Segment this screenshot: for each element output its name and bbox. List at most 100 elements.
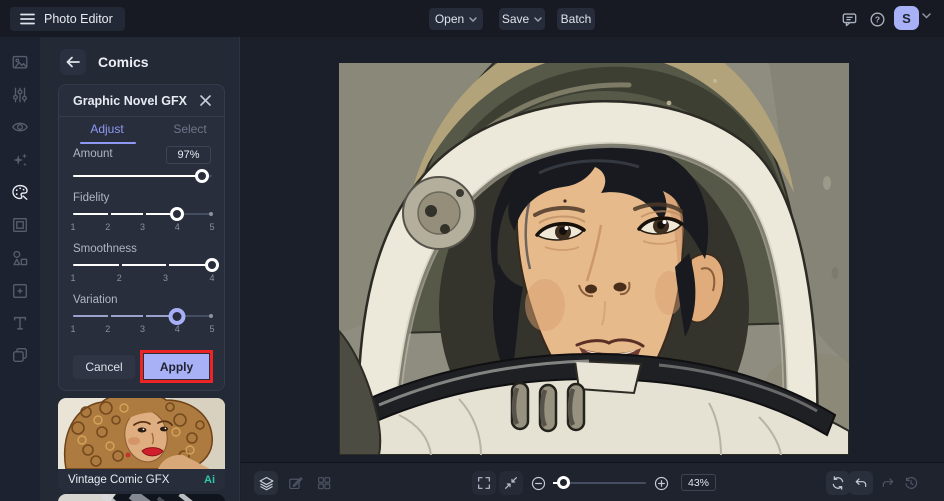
eye-icon <box>11 122 29 132</box>
app-title: Photo Editor <box>44 12 113 26</box>
layers-copy-icon <box>13 348 27 362</box>
fidelity-label: Fidelity <box>73 192 110 204</box>
preset-label-bar: Vintage Comic GFX Ai <box>58 469 225 491</box>
cancel-button[interactable]: Cancel <box>73 355 135 379</box>
arrow-left-icon <box>66 56 80 68</box>
back-button[interactable] <box>60 49 86 75</box>
image-icon <box>12 55 28 69</box>
open-label: Open <box>434 12 465 26</box>
open-button[interactable]: Open <box>429 8 483 30</box>
palette-icon <box>12 184 28 200</box>
sidebar-item-adjust[interactable] <box>11 86 29 104</box>
preset-thumbnail <box>58 398 225 469</box>
variation-label: Variation <box>73 294 118 306</box>
tab-select[interactable]: Select <box>155 122 225 144</box>
sidebar-item-touch-up[interactable] <box>11 118 29 136</box>
bottom-toolbar: 43% <box>241 462 944 501</box>
history-button[interactable] <box>899 471 923 495</box>
reset-button[interactable] <box>826 471 850 495</box>
redo-icon <box>882 478 894 487</box>
amount-slider-handle[interactable] <box>195 169 210 183</box>
apply-button[interactable]: Apply <box>144 354 209 379</box>
variation-ticks: 1 2 3 4 5 <box>70 324 215 334</box>
variation-slider-handle[interactable] <box>168 308 186 325</box>
sidebar-item-text[interactable] <box>11 314 29 332</box>
fit-screen-icon <box>505 477 517 489</box>
sidebar-item-layers[interactable] <box>11 346 29 364</box>
zoom-in-button[interactable] <box>649 471 673 495</box>
photo-editor-app: Photo Editor Open Save Batch ? S Comics … <box>0 0 944 501</box>
zoom-out-button[interactable] <box>526 471 550 495</box>
layers-button[interactable] <box>254 471 278 495</box>
chevron-down-icon <box>469 16 477 22</box>
sidebar-item-photo[interactable] <box>11 53 29 71</box>
active-tab-underline <box>80 142 136 144</box>
chevron-down-icon <box>534 16 542 22</box>
main-menu-button[interactable]: Photo Editor <box>10 7 125 31</box>
preset-next-thumbnail[interactable] <box>58 494 225 501</box>
zoom-slider-handle[interactable] <box>557 476 570 489</box>
zoom-out-icon <box>531 476 545 490</box>
history-icon <box>905 477 918 489</box>
undo-button[interactable] <box>849 471 873 495</box>
fidelity-slider-handle[interactable] <box>170 207 185 221</box>
text-icon <box>13 316 27 330</box>
fullscreen-icon <box>478 477 490 489</box>
save-button[interactable]: Save <box>499 8 545 30</box>
help-icon[interactable]: ? <box>866 8 888 30</box>
reset-icon <box>832 476 844 490</box>
zoom-percentage: 43% <box>681 474 716 491</box>
sidebar-item-graphics[interactable] <box>11 249 29 267</box>
fidelity-ticks: 1 2 3 4 5 <box>70 222 215 232</box>
layers-icon <box>259 476 273 490</box>
canvas-image[interactable] <box>339 63 849 455</box>
edit-canvas-icon <box>288 476 302 489</box>
sliders-icon <box>13 87 27 103</box>
edit-canvas-button[interactable] <box>283 471 307 495</box>
templates-grid-button[interactable] <box>312 471 336 495</box>
fit-screen-button[interactable] <box>499 471 523 495</box>
tab-adjust[interactable]: Adjust <box>72 122 142 144</box>
amount-label: Amount <box>73 148 113 160</box>
chat-icon[interactable] <box>838 8 860 30</box>
smoothness-label: Smoothness <box>73 243 137 255</box>
variation-slider[interactable] <box>73 308 213 325</box>
sparkles-icon <box>13 153 28 167</box>
frame-icon <box>13 218 27 232</box>
batch-button[interactable]: Batch <box>557 8 595 30</box>
fidelity-slider[interactable] <box>73 206 213 222</box>
zoom-in-icon <box>654 476 668 490</box>
ai-badge: Ai <box>204 474 215 486</box>
smoothness-slider-handle[interactable] <box>205 258 219 272</box>
overlay-icon <box>13 284 27 298</box>
panel-title: Comics <box>98 54 149 70</box>
redo-button[interactable] <box>876 471 900 495</box>
sidebar-item-overlays[interactable] <box>11 282 29 300</box>
sidebar-item-effects[interactable] <box>11 151 29 169</box>
preset-title: Vintage Comic GFX <box>68 474 170 486</box>
shapes-icon <box>13 250 28 266</box>
user-avatar[interactable]: S <box>894 6 919 30</box>
sidebar-item-artsy[interactable] <box>11 183 29 201</box>
preset-vintage-comic-gfx[interactable]: Vintage Comic GFX Ai <box>58 398 225 491</box>
fullscreen-button[interactable] <box>472 471 496 495</box>
hamburger-icon <box>20 13 35 25</box>
amount-value: 97% <box>166 146 211 164</box>
account-chevron-down-icon[interactable] <box>922 13 931 19</box>
top-bar: Photo Editor Open Save Batch ? S <box>0 0 944 37</box>
amount-slider[interactable] <box>73 168 212 184</box>
grid-icon <box>318 477 331 490</box>
tool-title: Graphic Novel GFX <box>73 94 187 108</box>
svg-text:?: ? <box>874 14 879 24</box>
batch-label: Batch <box>560 12 592 26</box>
smoothness-ticks: 1 2 3 4 <box>70 273 215 283</box>
apply-highlight-box: Apply <box>140 350 213 383</box>
smoothness-slider[interactable] <box>73 257 219 273</box>
comics-panel: Comics Graphic Novel GFX Adjust Select A… <box>40 37 240 501</box>
sidebar-item-frames[interactable] <box>11 216 29 234</box>
close-icon[interactable] <box>199 94 213 108</box>
undo-icon <box>855 478 867 487</box>
graphic-novel-gfx-card: Graphic Novel GFX Adjust Select Amount 9… <box>58 84 225 391</box>
canvas-area <box>241 37 944 462</box>
tool-sidebar <box>0 37 40 501</box>
